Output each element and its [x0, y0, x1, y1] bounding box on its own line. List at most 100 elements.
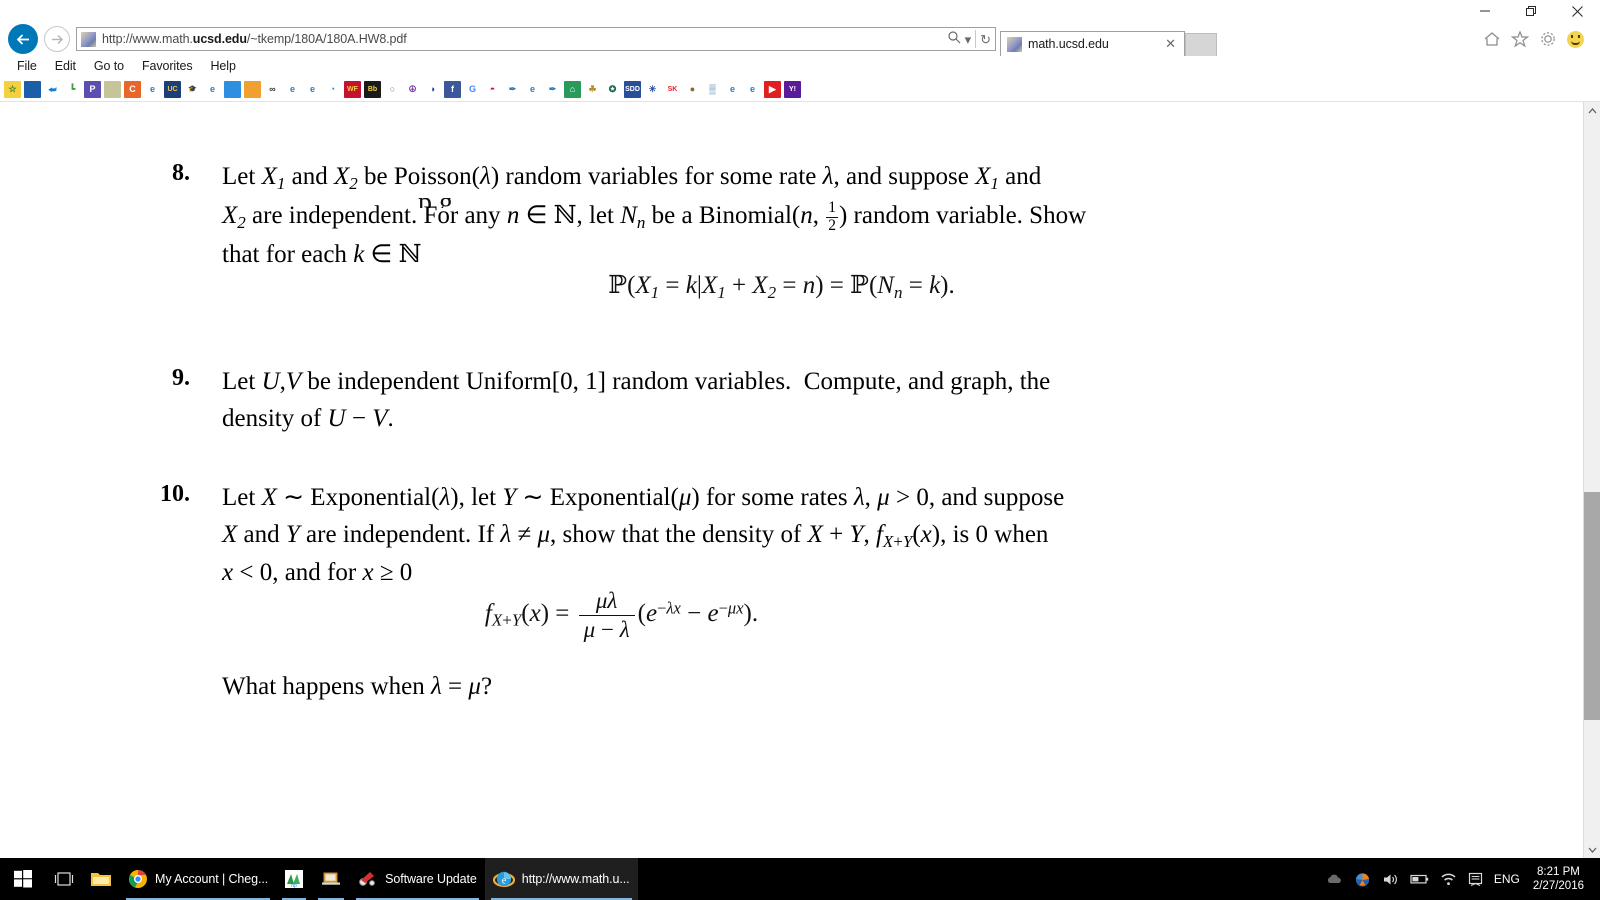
taskbar-ie-window[interactable]: e http://www.math.u... [484, 858, 638, 900]
bookmark-feather-blue-icon[interactable]: ✒ [504, 80, 521, 98]
battery-icon[interactable] [1410, 873, 1429, 885]
bookmark-feather-blue-2-icon[interactable]: ✒ [544, 80, 561, 98]
tab-strip: math.ucsd.edu ✕ [1000, 22, 1217, 56]
restore-button[interactable] [1508, 0, 1554, 22]
menu-item-goto[interactable]: Go to [85, 56, 133, 77]
taskbar-laptop-window[interactable] [312, 858, 350, 900]
bookmark-map-icon[interactable] [104, 80, 121, 98]
task-view-button[interactable] [46, 858, 82, 900]
menu-item-favorites[interactable]: Favorites [133, 56, 202, 77]
problem-10-closing: What happens when λ = μ? [222, 673, 493, 700]
bookmark-ie-page-7-icon[interactable]: e [744, 80, 761, 98]
svg-text:e: e [501, 876, 506, 887]
bookmark-red-bell-icon[interactable]: ◓ [484, 80, 501, 98]
bookmark-chat-bubble-icon[interactable]: ○ [384, 80, 401, 98]
bookmark-wf-red-icon[interactable]: WF [344, 80, 361, 98]
scrollbar-thumb[interactable] [1584, 492, 1600, 720]
bookmark-sk-red-icon[interactable]: SK [664, 80, 681, 98]
bookmark-ie-page-3-icon[interactable]: e [284, 80, 301, 98]
cloud-icon[interactable] [1326, 873, 1343, 886]
bookmark-seal-brown-icon[interactable]: ● [684, 80, 701, 98]
bookmark-ie-page-icon[interactable]: e [144, 80, 161, 98]
action-center-icon[interactable] [1468, 872, 1483, 887]
bookmark-gift-bag-icon[interactable] [244, 80, 261, 98]
taskbar-clock[interactable]: 8:21 PM 2/27/2016 [1531, 865, 1590, 894]
bookmark-blue-square-icon[interactable] [224, 80, 241, 98]
home-icon[interactable] [1483, 30, 1501, 48]
address-bar[interactable]: http://www.math.ucsd.edu/~tkemp/180A/180… [76, 27, 996, 51]
refresh-icon[interactable]: ↻ [980, 33, 991, 46]
problem-number-9: 9. [172, 365, 190, 391]
bookmark-ie-page-6-icon[interactable]: e [724, 80, 741, 98]
problem-10-body: Let X ∼ Exponential(λ), let Y ∼ Exponent… [222, 484, 1065, 586]
bookmark-starbucks-icon[interactable]: ✪ [604, 80, 621, 98]
bookmark-fish-icon[interactable]: ⮨ [44, 80, 61, 98]
tab-label: math.ucsd.edu [1028, 37, 1109, 51]
bookmark-graduation-cap-icon[interactable]: 🎓 [184, 80, 201, 98]
menu-item-file[interactable]: File [8, 56, 46, 77]
taskbar-ie-label: http://www.math.u... [521, 872, 630, 886]
wifi-icon[interactable] [1440, 872, 1457, 886]
bookmark-uc-icon[interactable]: UC [164, 80, 181, 98]
taskbar-software-update-window[interactable]: Software Update [350, 858, 485, 900]
bookmark-yahoo-icon[interactable]: Y! [784, 80, 801, 98]
svg-text:hp: hp [291, 883, 297, 889]
bookmark-ie-page-4-icon[interactable]: e [304, 80, 321, 98]
minimize-button[interactable] [1462, 0, 1508, 22]
add-to-favorites-icon[interactable]: ☆ [4, 80, 21, 98]
problem-number-8: 8. [172, 160, 190, 186]
scroll-up-icon[interactable] [1584, 102, 1600, 119]
taskbar-file-explorer[interactable] [82, 858, 120, 900]
search-icon[interactable] [947, 30, 961, 49]
problem-9-body: Let U,V be independent Uniform[0, 1] ran… [222, 368, 1051, 432]
scroll-down-icon[interactable] [1584, 841, 1600, 858]
bookmark-green-house-icon[interactable]: ⌂ [564, 80, 581, 98]
pdf-viewport[interactable]: p g 8. Let X1 and X2 be Poisson(λ) rando… [0, 102, 1600, 858]
taskbar-chrome-window[interactable]: My Account | Cheg... [120, 858, 276, 900]
bookmark-bb-link-icon[interactable]: ∞ [264, 80, 281, 98]
menu-item-edit[interactable]: Edit [46, 56, 85, 77]
start-button[interactable] [0, 858, 46, 900]
star-icon[interactable] [1511, 30, 1529, 48]
taskbar-software-update-label: Software Update [385, 872, 477, 886]
bookmark-tree-gold-icon[interactable]: ☘ [584, 80, 601, 98]
volume-icon[interactable] [1382, 872, 1399, 887]
bookmark-car-icon[interactable]: ◑ [424, 80, 441, 98]
bookmark-blue-circle-icon[interactable] [24, 80, 41, 98]
bookmark-sdd-blue-icon[interactable]: SDD [624, 80, 641, 98]
bookmark-globe-icon[interactable]: ◔ [324, 80, 341, 98]
menu-bar: File Edit Go to Favorites Help [0, 56, 1600, 77]
search-dropdown-icon[interactable]: ▾ [965, 33, 972, 46]
taskbar-chrome-label: My Account | Cheg... [155, 872, 269, 886]
system-tray: ENG 8:21 PM 2/27/2016 [1326, 858, 1600, 900]
bookmark-bb-blackboard-icon[interactable]: Bb [364, 80, 381, 98]
gear-icon[interactable] [1539, 30, 1557, 48]
bookmark-shield-badge-icon[interactable]: ✳ [644, 80, 661, 98]
bookmark-youtube-icon[interactable]: ▶ [764, 80, 781, 98]
forward-button[interactable] [44, 26, 70, 52]
bookmark-ie-page-2-icon[interactable]: e [204, 80, 221, 98]
tab-close-icon[interactable]: ✕ [1161, 36, 1180, 52]
bookmark-p-purple-icon[interactable]: P [84, 80, 101, 98]
smiley-icon[interactable] [1567, 30, 1584, 48]
close-button[interactable] [1554, 0, 1600, 22]
bookmark-c-orange-icon[interactable]: C [124, 80, 141, 98]
bookmark-facebook-icon[interactable]: f [444, 80, 461, 98]
taskbar-hp-window[interactable]: hp [276, 858, 312, 900]
page-favicon-icon [81, 31, 96, 47]
bookmark-google-icon[interactable]: G [464, 80, 481, 98]
bookmark-grid-blue-icon[interactable]: ▒ [704, 80, 721, 98]
problem-8-equation: ℙ(X1 = k|X1 + X2 = n) = ℙ(Nn = k). [608, 270, 955, 302]
problem-10-equation: fX+Y(x) = μλ μ − λ (e−λx − e−μx). [484, 588, 759, 642]
new-tab-button[interactable] [1185, 33, 1217, 56]
bookmark-green-chart-icon[interactable]: ┗ [64, 80, 81, 98]
menu-item-help[interactable]: Help [201, 56, 244, 77]
browser-tab[interactable]: math.ucsd.edu ✕ [1000, 31, 1185, 56]
bookmark-ie-page-5-icon[interactable]: e [524, 80, 541, 98]
bookmark-peace-purple-icon[interactable]: ☮ [404, 80, 421, 98]
firefox-icon[interactable] [1354, 871, 1371, 888]
back-button[interactable] [8, 24, 38, 54]
vertical-scrollbar[interactable] [1583, 102, 1600, 858]
favorites-bar: ☆ ⮨ ┗ P Ce UC 🎓 e ∞ e e ◔ WF Bb ○ ☮ ◑ f G ◓ ✒ e ✒ ⌂ ☘ ✪ SDD ✳ SK ● ▒ e e… [0, 77, 1600, 102]
language-indicator[interactable]: ENG [1494, 872, 1520, 886]
